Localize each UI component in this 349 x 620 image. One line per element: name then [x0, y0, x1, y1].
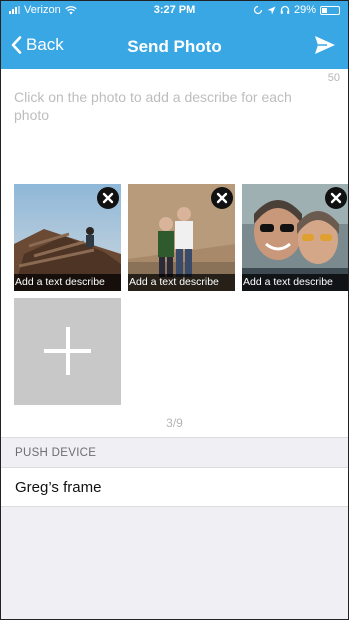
device-row[interactable]: Greg’s frame: [1, 467, 348, 507]
page-title: Send Photo: [127, 37, 222, 56]
photo-caption-2[interactable]: Add a text describe: [128, 274, 235, 291]
remove-photo-3-button[interactable]: [325, 187, 347, 209]
photo-caption-3[interactable]: Add a text describe: [242, 274, 348, 291]
screen: Verizon 3:27 PM 29% Back Send Photo 50 C…: [0, 0, 349, 620]
header: Verizon 3:27 PM 29% Back Send Photo: [1, 1, 348, 69]
photo-count: 3/9: [166, 416, 183, 430]
remove-x-icon: [97, 187, 119, 209]
plus-icon-vertical: [66, 327, 70, 375]
remove-x-icon: [325, 187, 347, 209]
empty-background: [1, 507, 348, 619]
nav-bar: Back Send Photo: [1, 27, 348, 65]
describe-textarea[interactable]: Click on the photo to add a describe for…: [14, 88, 304, 124]
remove-photo-1-button[interactable]: [97, 187, 119, 209]
photo-tile-2[interactable]: Add a text describe: [128, 184, 235, 291]
photo-caption-1[interactable]: Add a text describe: [14, 274, 121, 291]
rotation-lock-icon: [253, 5, 263, 15]
status-bar: Verizon 3:27 PM 29%: [1, 1, 348, 19]
char-count: 50: [327, 72, 340, 84]
status-right: 29%: [253, 4, 340, 16]
remove-photo-2-button[interactable]: [211, 187, 233, 209]
location-icon: [267, 6, 276, 14]
section-header-push-device: PUSH DEVICE: [1, 437, 348, 467]
add-photo-button[interactable]: [14, 298, 121, 405]
send-button[interactable]: [314, 34, 336, 61]
photo-tile-1[interactable]: Add a text describe: [14, 184, 121, 291]
battery-percent: 29%: [293, 4, 316, 16]
send-paper-plane-icon: [315, 36, 335, 54]
headphones-icon: [280, 5, 290, 14]
photo-tile-3[interactable]: Add a text describe: [242, 184, 348, 291]
remove-x-icon: [211, 187, 233, 209]
battery-icon: [320, 5, 340, 15]
